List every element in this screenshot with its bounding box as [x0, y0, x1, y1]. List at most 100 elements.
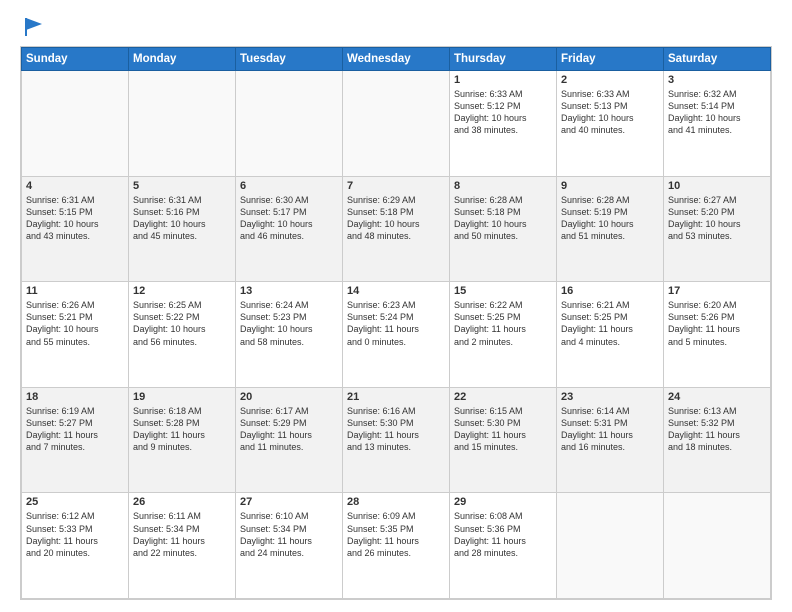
weekday-header-friday: Friday [557, 48, 664, 71]
calendar-cell: 18 Sunrise: 6:19 AM Sunset: 5:27 PM Dayli… [22, 387, 129, 493]
day-info: Sunrise: 6:32 AM Sunset: 5:14 PM Dayligh… [668, 88, 766, 137]
day-number: 9 [561, 180, 659, 192]
day-number: 7 [347, 180, 445, 192]
calendar-row: 1 Sunrise: 6:33 AM Sunset: 5:12 PM Daylig… [22, 71, 771, 177]
day-info: Sunrise: 6:12 AM Sunset: 5:33 PM Dayligh… [26, 510, 124, 559]
calendar-cell: 29 Sunrise: 6:08 AM Sunset: 5:36 PM Dayli… [450, 493, 557, 599]
day-info: Sunrise: 6:15 AM Sunset: 5:30 PM Dayligh… [454, 405, 552, 454]
day-info: Sunrise: 6:23 AM Sunset: 5:24 PM Dayligh… [347, 299, 445, 348]
day-number: 13 [240, 285, 338, 297]
calendar-row: 18 Sunrise: 6:19 AM Sunset: 5:27 PM Dayli… [22, 387, 771, 493]
day-info: Sunrise: 6:09 AM Sunset: 5:35 PM Dayligh… [347, 510, 445, 559]
weekday-row: SundayMondayTuesdayWednesdayThursdayFrid… [22, 48, 771, 71]
day-number: 2 [561, 74, 659, 86]
calendar-cell: 3 Sunrise: 6:32 AM Sunset: 5:14 PM Daylig… [664, 71, 771, 177]
day-number: 17 [668, 285, 766, 297]
calendar-cell [236, 71, 343, 177]
day-info: Sunrise: 6:16 AM Sunset: 5:30 PM Dayligh… [347, 405, 445, 454]
calendar-table: SundayMondayTuesdayWednesdayThursdayFrid… [21, 47, 771, 599]
weekday-header-wednesday: Wednesday [343, 48, 450, 71]
day-number: 21 [347, 391, 445, 403]
calendar-cell: 28Sunrise: 6:09 AM Sunset: 5:35 PM Dayli… [343, 493, 450, 599]
day-info: Sunrise: 6:14 AM Sunset: 5:31 PM Dayligh… [561, 405, 659, 454]
day-info: Sunrise: 6:11 AM Sunset: 5:34 PM Dayligh… [133, 510, 231, 559]
calendar-cell: 8 Sunrise: 6:28 AM Sunset: 5:18 PM Daylig… [450, 176, 557, 282]
calendar-cell: 20 Sunrise: 6:17 AM Sunset: 5:29 PM Dayli… [236, 387, 343, 493]
day-number: 19 [133, 391, 231, 403]
day-info: Sunrise: 6:21 AM Sunset: 5:25 PM Dayligh… [561, 299, 659, 348]
calendar-body: 1 Sunrise: 6:33 AM Sunset: 5:12 PM Daylig… [22, 71, 771, 599]
day-number: 5 [133, 180, 231, 192]
calendar-cell: 27Sunrise: 6:10 AM Sunset: 5:34 PM Dayli… [236, 493, 343, 599]
calendar-cell: 19Sunrise: 6:18 AM Sunset: 5:28 PM Dayli… [129, 387, 236, 493]
calendar-row: 4 Sunrise: 6:31 AM Sunset: 5:15 PM Daylig… [22, 176, 771, 282]
calendar-cell: 22Sunrise: 6:15 AM Sunset: 5:30 PM Dayli… [450, 387, 557, 493]
calendar-row: 25 Sunrise: 6:12 AM Sunset: 5:33 PM Dayli… [22, 493, 771, 599]
day-number: 11 [26, 285, 124, 297]
day-info: Sunrise: 6:17 AM Sunset: 5:29 PM Dayligh… [240, 405, 338, 454]
calendar-cell: 4 Sunrise: 6:31 AM Sunset: 5:15 PM Daylig… [22, 176, 129, 282]
day-number: 26 [133, 496, 231, 508]
day-number: 1 [454, 74, 552, 86]
day-info: Sunrise: 6:27 AM Sunset: 5:20 PM Dayligh… [668, 194, 766, 243]
day-number: 10 [668, 180, 766, 192]
weekday-header-sunday: Sunday [22, 48, 129, 71]
weekday-header-saturday: Saturday [664, 48, 771, 71]
weekday-header-thursday: Thursday [450, 48, 557, 71]
calendar-cell [664, 493, 771, 599]
day-number: 3 [668, 74, 766, 86]
calendar-cell: 21 Sunrise: 6:16 AM Sunset: 5:30 PM Dayli… [343, 387, 450, 493]
day-number: 29 [454, 496, 552, 508]
day-number: 14 [347, 285, 445, 297]
calendar-cell [129, 71, 236, 177]
page: SundayMondayTuesdayWednesdayThursdayFrid… [0, 0, 792, 612]
calendar-cell: 11 Sunrise: 6:26 AM Sunset: 5:21 PM Dayli… [22, 282, 129, 388]
calendar-cell: 23Sunrise: 6:14 AM Sunset: 5:31 PM Dayli… [557, 387, 664, 493]
calendar-cell: 17Sunrise: 6:20 AM Sunset: 5:26 PM Dayli… [664, 282, 771, 388]
weekday-header-tuesday: Tuesday [236, 48, 343, 71]
day-number: 6 [240, 180, 338, 192]
day-number: 4 [26, 180, 124, 192]
header [20, 16, 772, 38]
day-number: 12 [133, 285, 231, 297]
day-info: Sunrise: 6:26 AM Sunset: 5:21 PM Dayligh… [26, 299, 124, 348]
calendar-cell: 2 Sunrise: 6:33 AM Sunset: 5:13 PM Daylig… [557, 71, 664, 177]
calendar-cell [22, 71, 129, 177]
day-info: Sunrise: 6:22 AM Sunset: 5:25 PM Dayligh… [454, 299, 552, 348]
calendar-cell: 10 Sunrise: 6:27 AM Sunset: 5:20 PM Dayli… [664, 176, 771, 282]
day-number: 24 [668, 391, 766, 403]
day-info: Sunrise: 6:30 AM Sunset: 5:17 PM Dayligh… [240, 194, 338, 243]
day-info: Sunrise: 6:31 AM Sunset: 5:16 PM Dayligh… [133, 194, 231, 243]
day-number: 25 [26, 496, 124, 508]
logo [20, 16, 44, 38]
day-info: Sunrise: 6:31 AM Sunset: 5:15 PM Dayligh… [26, 194, 124, 243]
day-number: 20 [240, 391, 338, 403]
day-info: Sunrise: 6:28 AM Sunset: 5:18 PM Dayligh… [454, 194, 552, 243]
calendar-cell [557, 493, 664, 599]
day-info: Sunrise: 6:33 AM Sunset: 5:13 PM Dayligh… [561, 88, 659, 137]
day-info: Sunrise: 6:29 AM Sunset: 5:18 PM Dayligh… [347, 194, 445, 243]
calendar-cell: 9Sunrise: 6:28 AM Sunset: 5:19 PM Daylig… [557, 176, 664, 282]
day-number: 27 [240, 496, 338, 508]
calendar-header: SundayMondayTuesdayWednesdayThursdayFrid… [22, 48, 771, 71]
calendar-cell: 1 Sunrise: 6:33 AM Sunset: 5:12 PM Daylig… [450, 71, 557, 177]
day-info: Sunrise: 6:25 AM Sunset: 5:22 PM Dayligh… [133, 299, 231, 348]
calendar-cell: 16 Sunrise: 6:21 AM Sunset: 5:25 PM Dayli… [557, 282, 664, 388]
day-number: 15 [454, 285, 552, 297]
day-number: 16 [561, 285, 659, 297]
calendar: SundayMondayTuesdayWednesdayThursdayFrid… [20, 46, 772, 600]
calendar-cell: 24Sunrise: 6:13 AM Sunset: 5:32 PM Dayli… [664, 387, 771, 493]
calendar-cell: 7 Sunrise: 6:29 AM Sunset: 5:18 PM Daylig… [343, 176, 450, 282]
calendar-cell: 25 Sunrise: 6:12 AM Sunset: 5:33 PM Dayli… [22, 493, 129, 599]
day-number: 18 [26, 391, 124, 403]
calendar-cell: 6 Sunrise: 6:30 AM Sunset: 5:17 PM Daylig… [236, 176, 343, 282]
day-info: Sunrise: 6:08 AM Sunset: 5:36 PM Dayligh… [454, 510, 552, 559]
calendar-cell: 14 Sunrise: 6:23 AM Sunset: 5:24 PM Dayli… [343, 282, 450, 388]
calendar-cell [343, 71, 450, 177]
calendar-row: 11 Sunrise: 6:26 AM Sunset: 5:21 PM Dayli… [22, 282, 771, 388]
day-number: 8 [454, 180, 552, 192]
logo-icon [22, 16, 44, 38]
day-info: Sunrise: 6:33 AM Sunset: 5:12 PM Dayligh… [454, 88, 552, 137]
calendar-cell: 13Sunrise: 6:24 AM Sunset: 5:23 PM Dayli… [236, 282, 343, 388]
day-info: Sunrise: 6:19 AM Sunset: 5:27 PM Dayligh… [26, 405, 124, 454]
